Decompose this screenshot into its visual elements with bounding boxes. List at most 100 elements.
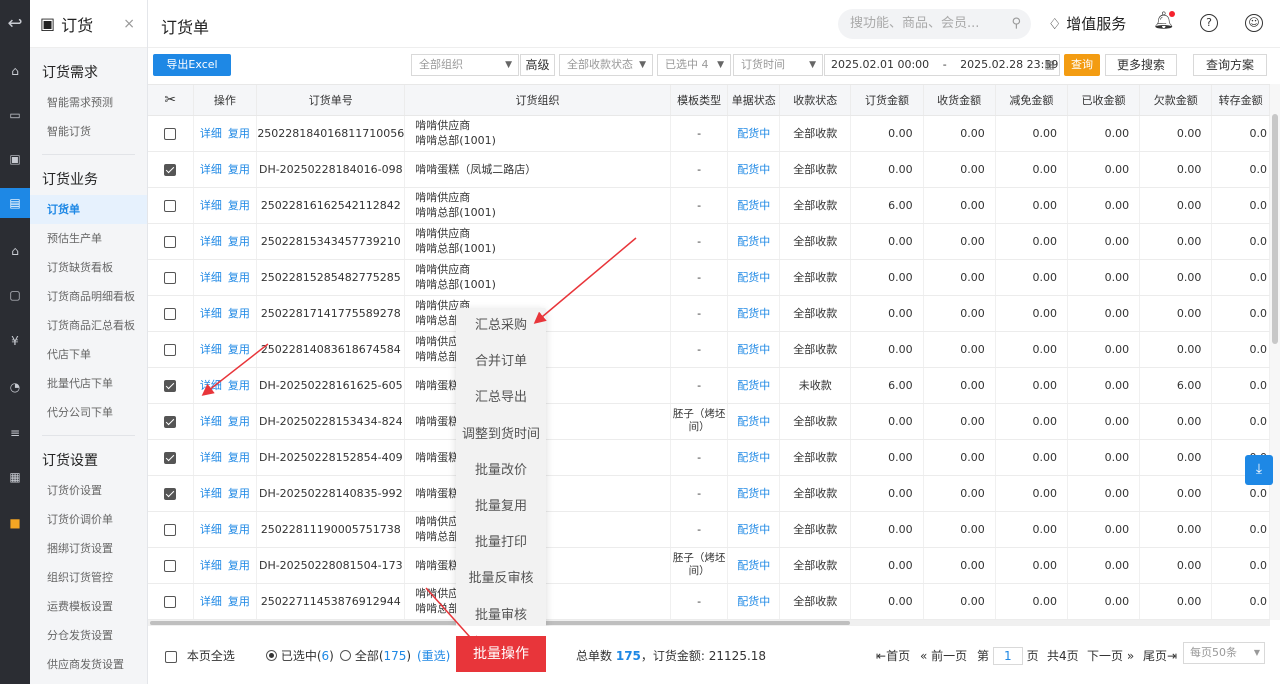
reuse-link[interactable]: 复用 bbox=[228, 235, 250, 248]
selected-radio[interactable]: 已选中(6) bbox=[266, 647, 334, 664]
menu-item[interactable]: 订货商品汇总看板 bbox=[30, 311, 147, 340]
table-row[interactable]: 详细 复用 25022811190005751738 啃啃供应 啃啃总部 - 配货中 全部收款… bbox=[148, 511, 1270, 548]
menu-item[interactable]: 批量代店下单 bbox=[30, 369, 147, 398]
reuse-link[interactable]: 复用 bbox=[228, 595, 250, 608]
menu-item[interactable]: 智能需求预测 bbox=[30, 88, 147, 117]
column-settings-icon[interactable]: ✂ bbox=[148, 85, 194, 116]
table-row[interactable]: 详细 复用 25022815285482775285 啃啃供应商 啃啃总部(1001) -… bbox=[148, 259, 1270, 296]
batch-menu-item[interactable]: 调整到货时间 bbox=[456, 417, 546, 453]
delivery-icon[interactable]: ▢ bbox=[0, 280, 30, 310]
pay-status-select[interactable]: 全部收款状态 ▼ bbox=[559, 54, 653, 76]
column-header[interactable]: 减免金额 bbox=[995, 85, 1068, 116]
menu-item[interactable]: 组织订货管控 bbox=[30, 563, 147, 592]
batch-menu-item[interactable]: 合并订单 bbox=[456, 344, 546, 380]
table-row[interactable]: 详细 复用 25022817141775589278 啃啃供应商 啃啃总部 - 配货中 全部收… bbox=[148, 295, 1270, 332]
reuse-link[interactable]: 复用 bbox=[228, 451, 250, 464]
per-page-select[interactable]: 每页50条 ▼ bbox=[1183, 642, 1265, 664]
date-range-input[interactable]: 2025.02.01 00:00 - 2025.02.28 23:59 ▦ bbox=[824, 54, 1060, 76]
detail-link[interactable]: 详细 bbox=[200, 595, 222, 608]
row-checkbox[interactable] bbox=[164, 487, 177, 500]
table-row[interactable]: 详细 复用 DH-20250228184016-098 啃啃蛋糕（凤城二路店） - 配货中… bbox=[148, 151, 1270, 188]
select-page-checkbox[interactable]: 本页全选 bbox=[165, 647, 235, 664]
value-added-services[interactable]: ♢ 增值服务 bbox=[1048, 13, 1126, 34]
column-header[interactable]: 收货金额 bbox=[923, 85, 996, 116]
settings-icon[interactable]: ≡ bbox=[0, 418, 30, 448]
table-row[interactable]: 详细 复用 25022814083618674584 啃啃供应 啃啃总部 - 配货中 全部收款… bbox=[148, 331, 1270, 368]
menu-item[interactable]: 智能订货 bbox=[30, 117, 147, 146]
detail-link[interactable]: 详细 bbox=[200, 523, 222, 536]
page-input[interactable]: 1 bbox=[992, 647, 1023, 665]
table-row[interactable]: 详细 复用 250228184016811710056 啃啃供应商 啃啃总部(1001)… bbox=[148, 115, 1270, 152]
row-checkbox[interactable] bbox=[164, 199, 177, 212]
column-header[interactable]: 转存金额 bbox=[1211, 85, 1270, 116]
reuse-link[interactable]: 复用 bbox=[228, 199, 250, 212]
table-row[interactable]: 详细 复用 DH-20250228161625-605 啃啃蛋糕 - 配货中 未收款 6.00… bbox=[148, 367, 1270, 404]
table-row[interactable]: 详细 复用 DH-20250228140835-992 啃啃蛋糕 - 配货中 全部收款 0.0… bbox=[148, 475, 1270, 512]
column-header[interactable]: 订货组织 bbox=[404, 85, 671, 116]
row-checkbox[interactable] bbox=[164, 343, 177, 356]
detail-link[interactable]: 详细 bbox=[200, 343, 222, 356]
row-checkbox[interactable] bbox=[164, 523, 177, 536]
time-type-select[interactable]: 订货时间 ▼ bbox=[733, 54, 823, 76]
row-checkbox[interactable] bbox=[164, 271, 177, 284]
download-icon[interactable]: ⤓ bbox=[1245, 455, 1273, 485]
scroll-thumb[interactable] bbox=[1272, 114, 1278, 344]
row-checkbox[interactable] bbox=[164, 451, 177, 464]
menu-item[interactable]: 订货单 bbox=[30, 195, 147, 224]
batch-menu-item[interactable]: 汇总采购 bbox=[456, 308, 546, 344]
next-page-link[interactable]: 下一页 » bbox=[1087, 647, 1134, 664]
table-row[interactable]: 详细 复用 25022711453876912944 啃啃供应 啃啃总部 - 配货中 全部收款… bbox=[148, 583, 1270, 620]
detail-link[interactable]: 详细 bbox=[200, 451, 222, 464]
reuse-link[interactable]: 复用 bbox=[228, 415, 250, 428]
menu-item[interactable]: 订货商品明细看板 bbox=[30, 282, 147, 311]
detail-link[interactable]: 详细 bbox=[200, 127, 222, 140]
query-scheme-button[interactable]: 查询方案 bbox=[1193, 54, 1267, 76]
menu-item[interactable]: 捆绑订货设置 bbox=[30, 534, 147, 563]
checkbox[interactable] bbox=[165, 650, 177, 663]
all-radio[interactable]: 全部(175) bbox=[340, 647, 411, 664]
calendar-icon[interactable]: ▦ bbox=[0, 462, 30, 492]
detail-link[interactable]: 详细 bbox=[200, 163, 222, 176]
batch-menu-item[interactable]: 批量打印 bbox=[456, 525, 546, 561]
reuse-link[interactable]: 复用 bbox=[228, 307, 250, 320]
org-select[interactable]: 全部组织 ▼ bbox=[411, 54, 519, 76]
reuse-link[interactable]: 复用 bbox=[228, 343, 250, 356]
radio[interactable] bbox=[266, 650, 277, 661]
detail-link[interactable]: 详细 bbox=[200, 379, 222, 392]
user-icon[interactable]: ☺ bbox=[1245, 14, 1263, 32]
batch-menu-item[interactable]: 批量复用 bbox=[456, 489, 546, 525]
first-page-link[interactable]: ⇤首页 bbox=[876, 647, 910, 664]
detail-link[interactable]: 详细 bbox=[200, 307, 222, 320]
menu-item[interactable]: 订货价调价单 bbox=[30, 505, 147, 534]
reselect-link[interactable]: (重选) bbox=[417, 647, 450, 664]
menu-item[interactable]: 订货缺货看板 bbox=[30, 253, 147, 282]
column-header[interactable]: 订货单号 bbox=[256, 85, 406, 116]
menu-item[interactable]: 订货价设置 bbox=[30, 476, 147, 505]
row-checkbox[interactable] bbox=[164, 379, 177, 392]
batch-menu-item[interactable]: 汇总导出 bbox=[456, 380, 546, 416]
reuse-link[interactable]: 复用 bbox=[228, 523, 250, 536]
reuse-link[interactable]: 复用 bbox=[228, 163, 250, 176]
detail-link[interactable]: 详细 bbox=[200, 487, 222, 500]
column-header[interactable]: 已收金额 bbox=[1067, 85, 1141, 116]
apps-icon[interactable]: ■ bbox=[0, 508, 30, 538]
batch-menu-item[interactable]: 批量反审核 bbox=[456, 561, 546, 597]
menu-item[interactable]: 代店下单 bbox=[30, 340, 147, 369]
row-checkbox[interactable] bbox=[164, 127, 177, 140]
menu-item[interactable]: 供应商发货设置 bbox=[30, 650, 147, 679]
prev-page-link[interactable]: « 前一页 bbox=[920, 647, 967, 664]
home-icon[interactable]: ⌂ bbox=[0, 56, 30, 86]
row-checkbox[interactable] bbox=[164, 595, 177, 608]
order-icon[interactable]: ▤ bbox=[0, 188, 30, 218]
last-page-link[interactable]: 尾页⇥ bbox=[1143, 647, 1177, 664]
vertical-scrollbar[interactable] bbox=[1270, 84, 1280, 620]
table-row[interactable]: 详细 复用 25022816162542112842 啃啃供应商 啃啃总部(1001) -… bbox=[148, 187, 1270, 224]
reuse-link[interactable]: 复用 bbox=[228, 127, 250, 140]
radio[interactable] bbox=[340, 650, 351, 661]
menu-item[interactable]: 代分公司下单 bbox=[30, 398, 147, 427]
batch-menu-item[interactable]: 批量改价 bbox=[456, 453, 546, 489]
detail-link[interactable]: 详细 bbox=[200, 235, 222, 248]
row-checkbox[interactable] bbox=[164, 235, 177, 248]
store-icon[interactable]: ▭ bbox=[0, 100, 30, 130]
detail-link[interactable]: 详细 bbox=[200, 415, 222, 428]
